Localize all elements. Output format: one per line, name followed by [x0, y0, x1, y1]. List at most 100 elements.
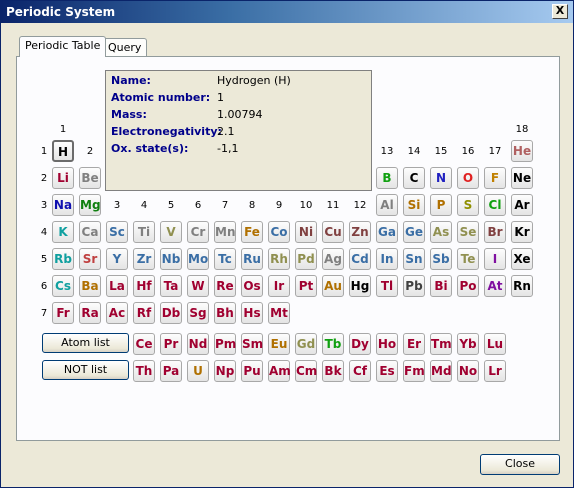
- element-Rh[interactable]: Rh: [268, 248, 290, 270]
- close-icon[interactable]: X: [552, 4, 568, 19]
- element-Ti[interactable]: Ti: [133, 221, 155, 243]
- element-Mo[interactable]: Mo: [187, 248, 209, 270]
- element-Cu[interactable]: Cu: [322, 221, 344, 243]
- element-Os[interactable]: Os: [241, 275, 263, 297]
- element-Tc[interactable]: Tc: [214, 248, 236, 270]
- element-Ir[interactable]: Ir: [268, 275, 290, 297]
- element-Ra[interactable]: Ra: [79, 302, 101, 324]
- element-Dy[interactable]: Dy: [349, 333, 371, 355]
- element-N[interactable]: N: [430, 167, 452, 189]
- element-Sg[interactable]: Sg: [187, 302, 209, 324]
- element-Yb[interactable]: Yb: [457, 333, 479, 355]
- element-Nb[interactable]: Nb: [160, 248, 182, 270]
- element-Cd[interactable]: Cd: [349, 248, 371, 270]
- element-S[interactable]: S: [457, 194, 479, 216]
- element-Tm[interactable]: Tm: [430, 333, 452, 355]
- element-Pm[interactable]: Pm: [214, 333, 236, 355]
- element-Ba[interactable]: Ba: [79, 275, 101, 297]
- element-He[interactable]: He: [511, 140, 533, 162]
- close-button[interactable]: Close: [480, 454, 560, 475]
- element-Ar[interactable]: Ar: [511, 194, 533, 216]
- element-I[interactable]: I: [484, 248, 506, 270]
- element-W[interactable]: W: [187, 275, 209, 297]
- element-Se[interactable]: Se: [457, 221, 479, 243]
- element-Ac[interactable]: Ac: [106, 302, 128, 324]
- element-U[interactable]: U: [187, 360, 209, 382]
- element-Ce[interactable]: Ce: [133, 333, 155, 355]
- element-La[interactable]: La: [106, 275, 128, 297]
- element-Tb[interactable]: Tb: [322, 333, 344, 355]
- element-Co[interactable]: Co: [268, 221, 290, 243]
- element-Xe[interactable]: Xe: [511, 248, 533, 270]
- element-Eu[interactable]: Eu: [268, 333, 290, 355]
- element-Pu[interactable]: Pu: [241, 360, 263, 382]
- element-Y[interactable]: Y: [106, 248, 128, 270]
- element-As[interactable]: As: [430, 221, 452, 243]
- element-Rf[interactable]: Rf: [133, 302, 155, 324]
- element-Zn[interactable]: Zn: [349, 221, 371, 243]
- element-Mn[interactable]: Mn: [214, 221, 236, 243]
- atom-list-button[interactable]: Atom list: [42, 333, 129, 353]
- element-Cl[interactable]: Cl: [484, 194, 506, 216]
- tab-periodic-table[interactable]: Periodic Table: [19, 36, 107, 57]
- tab-query[interactable]: Query: [102, 38, 148, 57]
- element-Db[interactable]: Db: [160, 302, 182, 324]
- element-Na[interactable]: Na: [52, 194, 74, 216]
- element-Fr[interactable]: Fr: [52, 302, 74, 324]
- element-Lu[interactable]: Lu: [484, 333, 506, 355]
- element-Es[interactable]: Es: [376, 360, 398, 382]
- element-Gd[interactable]: Gd: [295, 333, 317, 355]
- element-Cs[interactable]: Cs: [52, 275, 74, 297]
- title-bar[interactable]: Periodic System X: [1, 1, 573, 23]
- element-Kr[interactable]: Kr: [511, 221, 533, 243]
- element-Sm[interactable]: Sm: [241, 333, 263, 355]
- element-P[interactable]: P: [430, 194, 452, 216]
- element-Fe[interactable]: Fe: [241, 221, 263, 243]
- element-Np[interactable]: Np: [214, 360, 236, 382]
- element-Te[interactable]: Te: [457, 248, 479, 270]
- element-Sr[interactable]: Sr: [79, 248, 101, 270]
- element-Fm[interactable]: Fm: [403, 360, 425, 382]
- element-Mt[interactable]: Mt: [268, 302, 290, 324]
- element-Bk[interactable]: Bk: [322, 360, 344, 382]
- element-Pa[interactable]: Pa: [160, 360, 182, 382]
- element-Er[interactable]: Er: [403, 333, 425, 355]
- element-Th[interactable]: Th: [133, 360, 155, 382]
- element-Rn[interactable]: Rn: [511, 275, 533, 297]
- element-Sn[interactable]: Sn: [403, 248, 425, 270]
- element-Cf[interactable]: Cf: [349, 360, 371, 382]
- element-Cm[interactable]: Cm: [295, 360, 317, 382]
- element-Re[interactable]: Re: [214, 275, 236, 297]
- element-Ho[interactable]: Ho: [376, 333, 398, 355]
- element-Hf[interactable]: Hf: [133, 275, 155, 297]
- element-Ge[interactable]: Ge: [403, 221, 425, 243]
- element-Pr[interactable]: Pr: [160, 333, 182, 355]
- element-Au[interactable]: Au: [322, 275, 344, 297]
- element-Sc[interactable]: Sc: [106, 221, 128, 243]
- element-Pb[interactable]: Pb: [403, 275, 425, 297]
- element-Lr[interactable]: Lr: [484, 360, 506, 382]
- element-Hs[interactable]: Hs: [241, 302, 263, 324]
- element-H[interactable]: H: [52, 140, 74, 162]
- element-Bi[interactable]: Bi: [430, 275, 452, 297]
- element-Si[interactable]: Si: [403, 194, 425, 216]
- element-Ag[interactable]: Ag: [322, 248, 344, 270]
- element-Al[interactable]: Al: [376, 194, 398, 216]
- element-F[interactable]: F: [484, 167, 506, 189]
- element-C[interactable]: C: [403, 167, 425, 189]
- element-Ta[interactable]: Ta: [160, 275, 182, 297]
- element-Ca[interactable]: Ca: [79, 221, 101, 243]
- element-Zr[interactable]: Zr: [133, 248, 155, 270]
- element-Pd[interactable]: Pd: [295, 248, 317, 270]
- element-Hg[interactable]: Hg: [349, 275, 371, 297]
- element-Nd[interactable]: Nd: [187, 333, 209, 355]
- element-Cr[interactable]: Cr: [187, 221, 209, 243]
- element-Tl[interactable]: Tl: [376, 275, 398, 297]
- element-Ga[interactable]: Ga: [376, 221, 398, 243]
- element-Li[interactable]: Li: [52, 167, 74, 189]
- element-Be[interactable]: Be: [79, 167, 101, 189]
- element-Md[interactable]: Md: [430, 360, 452, 382]
- element-Rb[interactable]: Rb: [52, 248, 74, 270]
- element-Pt[interactable]: Pt: [295, 275, 317, 297]
- element-Ne[interactable]: Ne: [511, 167, 533, 189]
